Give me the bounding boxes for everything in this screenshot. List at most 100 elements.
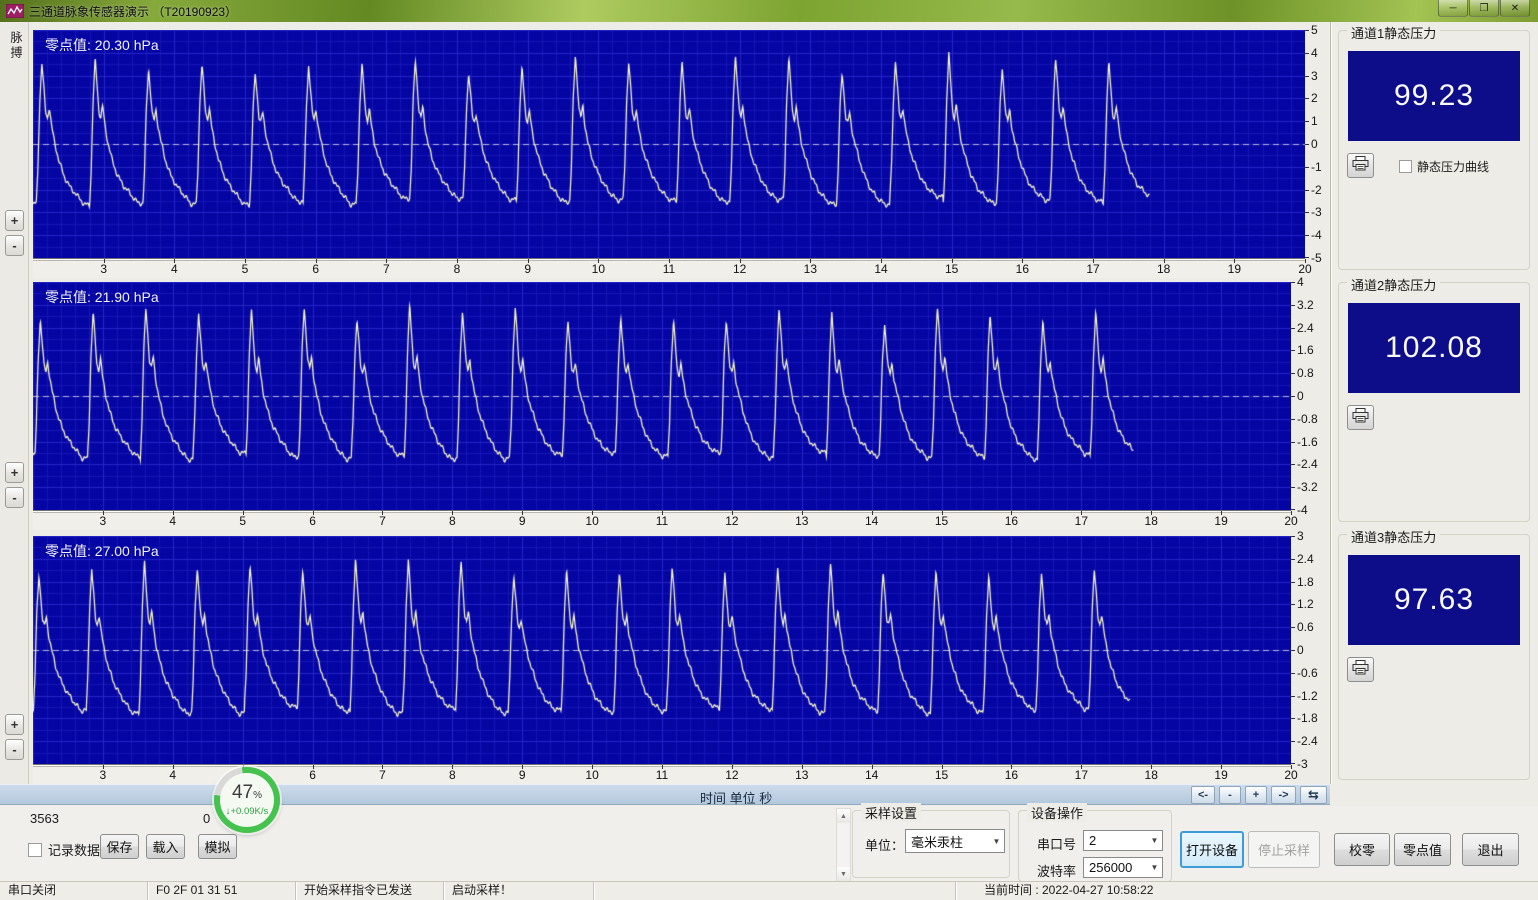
window-title: 三通道脉象传感器演示 （T20190923） <box>29 3 237 20</box>
checkbox-label: 静态压力曲线 <box>1417 158 1489 175</box>
x-tick-label: 11 <box>656 768 668 782</box>
y-tick-label: 0 <box>1311 137 1318 151</box>
fit-width-button[interactable]: ⇆ <box>1300 786 1327 804</box>
y-tick-mark <box>1305 167 1309 168</box>
channel2-print-button[interactable] <box>1347 405 1374 430</box>
zoom-in-time-button[interactable]: + <box>1245 786 1267 804</box>
channel2-static-pressure-group: 通道2静态压力 102.08 <box>1338 282 1530 522</box>
x-tick-label: 8 <box>449 768 456 782</box>
y-tick-mark <box>1291 305 1295 306</box>
static-pressure-curve-checkbox[interactable] <box>1399 160 1412 173</box>
x-tick-label: 20 <box>1298 262 1311 276</box>
y-tick-label: -3 <box>1297 757 1308 771</box>
y-tick-mark <box>1291 650 1295 651</box>
baud-rate-select[interactable]: 256000 ▼ <box>1083 857 1163 878</box>
secondary-count: 0 <box>203 811 210 826</box>
group-title: 通道2静态压力 <box>1347 275 1440 294</box>
group-title: 通道3静态压力 <box>1347 527 1440 546</box>
y-tick-label: -1 <box>1311 160 1322 174</box>
chevron-down-icon: ▼ <box>989 837 1004 846</box>
y-tick-mark <box>1305 30 1309 31</box>
y-tick-label: 1 <box>1311 114 1318 128</box>
x-tick-label: 12 <box>733 262 746 276</box>
static-pressure-curve-option: 静态压力曲线 <box>1399 158 1489 175</box>
mini-scrollbar[interactable]: ▲ ▼ <box>836 808 851 882</box>
x-tick-label: 19 <box>1228 262 1241 276</box>
y-tick-label: 1.8 <box>1297 575 1314 589</box>
channel3-print-button[interactable] <box>1347 657 1374 682</box>
y-tick-mark <box>1305 235 1309 236</box>
scroll-down-icon[interactable]: ▼ <box>837 867 850 881</box>
channel3-waveform-plot <box>33 536 1291 764</box>
y-tick-mark <box>1291 718 1295 719</box>
restore-button[interactable]: ❐ <box>1469 0 1499 17</box>
x-tick-label: 12 <box>725 768 738 782</box>
y-tick-mark <box>1291 464 1295 465</box>
x-tick-label: 10 <box>592 262 605 276</box>
y-tick-mark <box>1305 212 1309 213</box>
y-tick-label: 0.6 <box>1297 620 1314 634</box>
device-operation-group: 设备操作 串口号 2 ▼ 波特率 256000 ▼ <box>1018 810 1172 882</box>
y-tick-mark <box>1291 582 1295 583</box>
group-title: 设备操作 <box>1027 803 1087 822</box>
channel3-y-axis: 32.41.81.20.60-0.6-1.2-1.8-2.4-3 <box>1291 536 1329 764</box>
channel2-zoom-out-button[interactable]: - <box>5 487 24 508</box>
record-data-label: 记录数据 <box>48 840 100 859</box>
record-data-checkbox[interactable] <box>28 843 42 857</box>
x-tick-label: 18 <box>1145 514 1158 528</box>
channel1-print-button[interactable] <box>1347 153 1374 178</box>
exit-button[interactable]: 退出 <box>1462 833 1519 866</box>
channel3-zoom-out-button[interactable]: - <box>5 739 24 760</box>
y-tick-mark <box>1291 350 1295 351</box>
y-tick-mark <box>1291 741 1295 742</box>
save-button[interactable]: 保存 <box>100 834 139 859</box>
x-tick-label: 15 <box>935 514 948 528</box>
y-tick-mark <box>1305 190 1309 191</box>
channel1-static-pressure-group: 通道1静态压力 99.23 静态压力曲线 <box>1338 30 1530 270</box>
simulate-button[interactable]: 模拟 <box>198 834 237 859</box>
y-tick-label: 2.4 <box>1297 321 1314 335</box>
y-tick-mark <box>1291 442 1295 443</box>
scroll-left-button[interactable]: <- <box>1191 786 1215 804</box>
x-tick-label: 13 <box>795 514 808 528</box>
zero-value-button[interactable]: 零点值 <box>1394 833 1451 866</box>
serial-port-select[interactable]: 2 ▼ <box>1083 830 1163 851</box>
y-tick-label: 1.2 <box>1297 597 1314 611</box>
x-tick-label: 17 <box>1075 768 1088 782</box>
status-sampling-started: 启动采样！ <box>444 882 594 900</box>
time-unit-label: 时间 单位 秒 <box>700 788 772 807</box>
y-tick-label: -0.8 <box>1297 412 1318 426</box>
scroll-right-button[interactable]: -> <box>1271 786 1296 804</box>
stop-sampling-button[interactable]: 停止采样 <box>1248 831 1320 868</box>
x-tick-label: 15 <box>945 262 958 276</box>
x-tick-label: 10 <box>585 514 598 528</box>
y-tick-mark <box>1291 396 1295 397</box>
unit-select[interactable]: 毫米汞柱 ▼ <box>905 829 1005 853</box>
x-tick-label: 18 <box>1157 262 1170 276</box>
close-button[interactable]: ✕ <box>1500 0 1530 17</box>
y-tick-label: 0 <box>1297 643 1304 657</box>
x-tick-label: 11 <box>663 262 675 276</box>
zoom-out-time-button[interactable]: - <box>1219 786 1241 804</box>
y-tick-label: 4 <box>1297 275 1304 289</box>
channel3-zoom-in-button[interactable]: + <box>5 714 24 735</box>
scroll-up-icon[interactable]: ▲ <box>837 809 850 823</box>
channel1-zero-value-label: 零点值: 20.30 hPa <box>45 35 159 55</box>
y-tick-label: -1.6 <box>1297 435 1318 449</box>
y-tick-label: -4 <box>1297 503 1308 517</box>
y-tick-mark <box>1305 257 1309 258</box>
channel1-zoom-in-button[interactable]: + <box>5 210 24 231</box>
y-tick-mark <box>1291 328 1295 329</box>
y-tick-label: -2 <box>1311 183 1322 197</box>
channel2-zoom-in-button[interactable]: + <box>5 462 24 483</box>
open-device-button[interactable]: 打开设备 <box>1180 831 1244 868</box>
gauge-rate: +0.09K/s <box>230 806 268 817</box>
calibrate-zero-button[interactable]: 校零 <box>1334 833 1390 866</box>
sample-count: 3563 <box>30 811 59 826</box>
minimize-button[interactable]: ─ <box>1438 0 1468 17</box>
channel1-zoom-out-button[interactable]: - <box>5 235 24 256</box>
y-tick-mark <box>1291 419 1295 420</box>
y-tick-mark <box>1291 373 1295 374</box>
load-button[interactable]: 载入 <box>146 834 185 859</box>
left-sidebar: 脉搏 <box>0 22 29 784</box>
